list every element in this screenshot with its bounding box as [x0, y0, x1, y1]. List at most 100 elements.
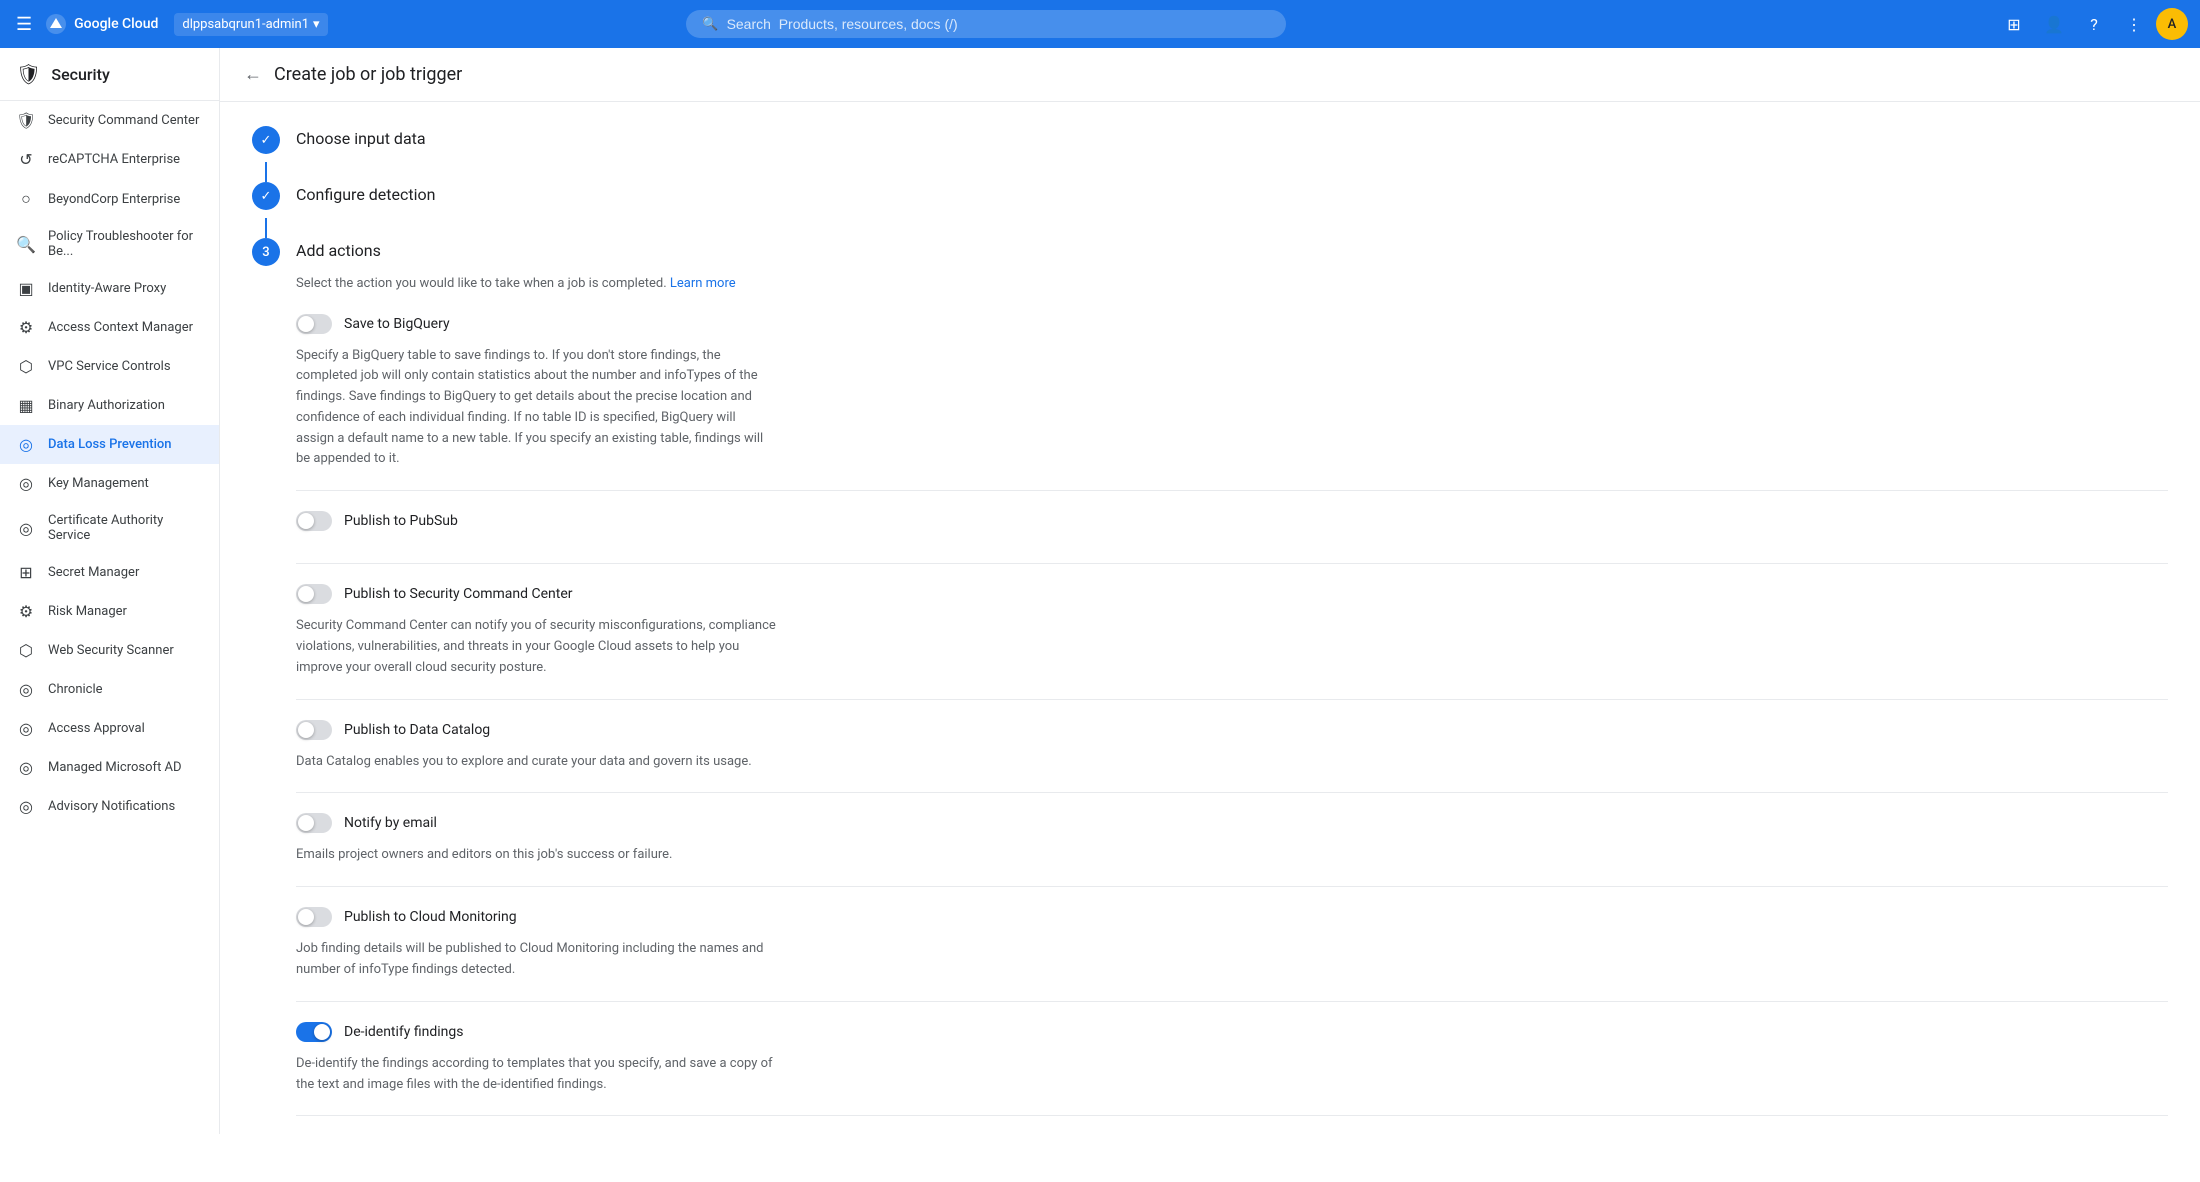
more-options-icon[interactable]: ⋮ — [2116, 6, 2152, 42]
secret-manager-label: Secret Manager — [48, 565, 139, 580]
de-identify-findings-title: De-identify findings — [344, 1024, 464, 1040]
apps-icon[interactable]: ⊞ — [1996, 6, 2032, 42]
de-identify-findings-toggle[interactable] — [296, 1022, 332, 1042]
sidebar-items: 🛡Security Command Center ↺ reCAPTCHA Enter… — [0, 101, 219, 826]
hamburger-menu-icon[interactable]: ☰ — [12, 10, 36, 39]
search-input[interactable] — [727, 16, 1271, 32]
publish-to-scc-toggle-track — [296, 584, 332, 604]
notify-by-email-toggle-track — [296, 813, 332, 833]
policy-troubleshooter-icon: 🔍 — [16, 235, 36, 254]
save-to-bigquery-description: Specify a BigQuery table to save finding… — [296, 346, 776, 471]
sidebar-item-risk-manager[interactable]: ⚙Risk Manager — [0, 592, 219, 631]
web-security-scanner-label: Web Security Scanner — [48, 643, 174, 658]
access-context-manager-label: Access Context Manager — [48, 320, 193, 335]
sidebar-item-security-command-center[interactable]: 🛡Security Command Center — [0, 101, 219, 140]
sidebar-item-chronicle[interactable]: ◎ Chronicle — [0, 670, 219, 709]
sidebar-item-recaptcha-enterprise[interactable]: ↺ reCAPTCHA Enterprise — [0, 140, 219, 179]
sidebar-item-vpc-service-controls[interactable]: ⬡ VPC Service Controls — [0, 347, 219, 386]
recaptcha-enterprise-icon: ↺ — [16, 150, 36, 169]
security-shield-icon: 🛡 — [16, 62, 41, 86]
sidebar-item-managed-microsoft-ad[interactable]: ◎Managed Microsoft AD — [0, 748, 219, 787]
action-item-publish-to-data-catalog: Publish to Data Catalog Data Catalog ena… — [296, 720, 2168, 794]
risk-manager-label: Risk Manager — [48, 604, 127, 619]
key-management-label: Key Management — [48, 476, 149, 491]
sidebar-item-certificate-authority-service[interactable]: ◎Certificate Authority Service — [0, 503, 219, 553]
identity-aware-proxy-label: Identity-Aware Proxy — [48, 281, 166, 296]
publish-to-cloud-monitoring-description: Job finding details will be published to… — [296, 939, 776, 981]
publish-to-scc-toggle[interactable] — [296, 584, 332, 604]
notify-by-email-header: Notify by email — [296, 813, 2168, 833]
sidebar-item-policy-troubleshooter[interactable]: 🔍Policy Troubleshooter for Be... — [0, 219, 219, 269]
notify-by-email-toggle-thumb — [298, 815, 314, 831]
save-to-bigquery-toggle[interactable] — [296, 314, 332, 334]
sidebar-item-access-context-manager[interactable]: ⚙ Access Context Manager — [0, 308, 219, 347]
learn-more-link[interactable]: Learn more — [670, 276, 736, 291]
de-identify-findings-toggle-track — [296, 1022, 332, 1042]
user-avatar[interactable]: A — [2156, 8, 2188, 40]
notify-by-email-description: Emails project owners and editors on thi… — [296, 845, 776, 866]
publish-to-data-catalog-toggle-track — [296, 720, 332, 740]
sidebar-header: 🛡 Security — [0, 48, 219, 101]
chronicle-label: Chronicle — [48, 682, 103, 697]
step-connector-2 — [265, 218, 267, 238]
save-to-bigquery-toggle-track — [296, 314, 332, 334]
step-1-indicator: ✓ — [252, 126, 280, 154]
help-icon[interactable]: ? — [2076, 6, 2112, 42]
access-approval-icon: ◎ — [16, 719, 36, 738]
publish-to-pubsub-toggle[interactable] — [296, 511, 332, 531]
action-item-publish-to-pubsub: Publish to PubSub — [296, 511, 2168, 564]
publish-to-pubsub-title: Publish to PubSub — [344, 513, 458, 529]
sidebar-item-web-security-scanner[interactable]: ⬡ Web Security Scanner — [0, 631, 219, 670]
sidebar: 🛡 Security 🛡Security Command Center ↺ reCA… — [0, 48, 220, 1134]
vpc-service-controls-icon: ⬡ — [16, 357, 36, 376]
de-identify-findings-header: De-identify findings — [296, 1022, 2168, 1042]
publish-to-scc-description: Security Command Center can notify you o… — [296, 616, 776, 678]
page-title: Create job or job trigger — [274, 64, 462, 85]
vpc-service-controls-label: VPC Service Controls — [48, 359, 171, 374]
page-header: ← Create job or job trigger — [220, 48, 2200, 102]
step-1-title: Choose input data — [296, 126, 426, 148]
step-3-content: Select the action you would like to take… — [296, 274, 2168, 1134]
steps-container: ✓ Choose input data ✓ Configure detectio… — [220, 102, 2200, 1134]
security-command-center-icon: 🛡 — [16, 111, 36, 130]
action-item-save-to-bigquery: Save to BigQuery Specify a BigQuery tabl… — [296, 314, 2168, 492]
nav-icons: ⊞ 👤 ? ⋮ A — [1996, 6, 2188, 42]
search-bar[interactable]: 🔍 — [686, 10, 1286, 38]
step-2-title: Configure detection — [296, 182, 435, 204]
sidebar-item-key-management[interactable]: ◎Key Management — [0, 464, 219, 503]
back-button[interactable]: ← — [244, 64, 262, 85]
sidebar-item-secret-manager[interactable]: ⊞Secret Manager — [0, 553, 219, 592]
step-2-row: ✓ Configure detection — [252, 182, 2168, 210]
project-selector[interactable]: dlppsabqrun1-admin1 ▾ — [174, 13, 327, 36]
notify-by-email-toggle[interactable] — [296, 813, 332, 833]
sidebar-item-advisory-notifications[interactable]: ◎Advisory Notifications — [0, 787, 219, 826]
beyondcorp-enterprise-icon: ○ — [16, 189, 36, 209]
action-item-notify-by-email: Notify by email Emails project owners an… — [296, 813, 2168, 887]
top-navigation: ☰ Google Cloud dlppsabqrun1-admin1 ▾ 🔍 ⊞… — [0, 0, 2200, 48]
publish-to-data-catalog-toggle[interactable] — [296, 720, 332, 740]
sidebar-item-data-loss-prevention[interactable]: ◎Data Loss Prevention — [0, 425, 219, 464]
google-cloud-logo[interactable]: Google Cloud — [44, 12, 158, 36]
web-security-scanner-icon: ⬡ — [16, 641, 36, 660]
sidebar-item-beyondcorp-enterprise[interactable]: ○BeyondCorp Enterprise — [0, 179, 219, 219]
step-3-indicator: 3 — [252, 238, 280, 266]
sidebar-item-access-approval[interactable]: ◎ Access Approval — [0, 709, 219, 748]
account-icon[interactable]: 👤 — [2036, 6, 2072, 42]
chronicle-icon: ◎ — [16, 680, 36, 699]
de-identify-findings-toggle-thumb — [314, 1024, 330, 1040]
chevron-down-icon: ▾ — [313, 17, 320, 32]
recaptcha-enterprise-label: reCAPTCHA Enterprise — [48, 152, 180, 167]
access-approval-label: Access Approval — [48, 721, 145, 736]
data-loss-prevention-icon: ◎ — [16, 435, 36, 454]
sidebar-item-identity-aware-proxy[interactable]: ▣ Identity-Aware Proxy — [0, 269, 219, 308]
publish-to-scc-toggle-thumb — [298, 586, 314, 602]
access-context-manager-icon: ⚙ — [16, 318, 36, 337]
publish-to-cloud-monitoring-toggle[interactable] — [296, 907, 332, 927]
notify-by-email-title: Notify by email — [344, 815, 437, 831]
sidebar-item-binary-authorization[interactable]: ▦Binary Authorization — [0, 386, 219, 425]
step-connector-1 — [265, 162, 267, 182]
publish-to-scc-title: Publish to Security Command Center — [344, 586, 573, 602]
identity-aware-proxy-icon: ▣ — [16, 279, 36, 298]
publish-to-pubsub-toggle-track — [296, 511, 332, 531]
binary-authorization-icon: ▦ — [16, 396, 36, 415]
